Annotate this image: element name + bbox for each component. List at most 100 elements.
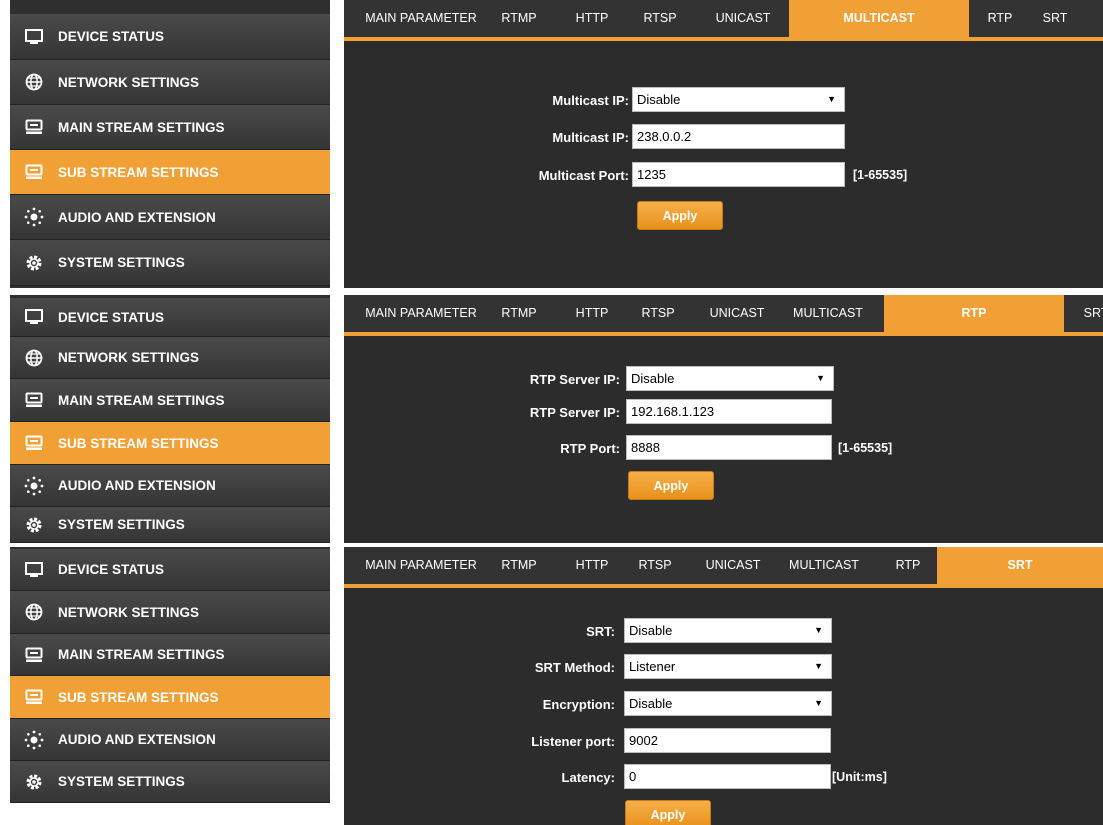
tab-rtmp[interactable]: RTMP (496, 0, 542, 37)
rtp-server-ip-input[interactable]: 192.168.1.123 (626, 399, 832, 424)
listener-port-input[interactable]: 9002 (624, 728, 831, 753)
tab-srt[interactable]: SRT (937, 547, 1103, 584)
srt-panel: DEVICE STATUS NETWORK SETTINGS MAIN STRE… (0, 547, 1103, 825)
tab-rtp[interactable]: RTP (980, 0, 1020, 37)
sidebar-item-label: SYSTEM SETTINGS (58, 517, 185, 532)
sidebar-item-label: SYSTEM SETTINGS (58, 774, 185, 789)
sidebar-item-network-settings[interactable]: NETWORK SETTINGS (10, 60, 330, 105)
tab-srt[interactable]: SRT (1035, 0, 1075, 37)
sidebar-item-label: DEVICE STATUS (58, 309, 165, 325)
tab-unicast[interactable]: UNICAST (708, 0, 778, 37)
tab-rtsp[interactable]: RTSP (634, 547, 676, 584)
apply-button[interactable]: Apply (637, 201, 723, 230)
sidebar-item-network-settings[interactable]: NETWORK SETTINGS (10, 591, 330, 634)
globe-icon (22, 602, 46, 622)
tab-main-parameter[interactable]: MAIN PARAMETER (356, 295, 486, 332)
tab-main-parameter[interactable]: MAIN PARAMETER (356, 0, 486, 37)
globe-icon (22, 348, 46, 368)
sidebar-item-label: AUDIO AND EXTENSION (58, 478, 216, 493)
multicast-port-input[interactable]: 1235 (632, 162, 845, 187)
rtp-mode-select[interactable]: Disable ▼ (626, 366, 834, 391)
stream-icon (22, 162, 46, 182)
sidebar-item-system-settings[interactable]: SYSTEM SETTINGS (10, 240, 330, 286)
multicast-ip-label: Multicast IP: (552, 130, 629, 145)
tab-srt[interactable]: SRT (1076, 295, 1103, 332)
gear-icon (22, 253, 46, 273)
sidebar-item-main-stream-settings[interactable]: MAIN STREAM SETTINGS (10, 105, 330, 150)
tab-unicast[interactable]: UNICAST (698, 547, 768, 584)
latency-input[interactable]: 0 (624, 764, 831, 789)
tab-unicast[interactable]: UNICAST (702, 295, 772, 332)
multicast-port-label: Multicast Port: (538, 168, 629, 183)
sidebar-item-label: NETWORK SETTINGS (58, 350, 199, 365)
sidebar-item-sub-stream-settings[interactable]: SUB STREAM SETTINGS (10, 422, 330, 465)
srt-value: Disable (629, 623, 673, 638)
tab-rtp[interactable]: RTP (890, 547, 926, 584)
sidebar-item-label: NETWORK SETTINGS (58, 604, 199, 620)
listener-port-label: Listener port: (531, 734, 615, 749)
sidebar-item-label: SUB STREAM SETTINGS (58, 164, 219, 180)
tab-main-parameter[interactable]: MAIN PARAMETER (356, 547, 486, 584)
sidebar-item-audio-and-extension[interactable]: AUDIO AND EXTENSION (10, 465, 330, 507)
sidebar-item-label: NETWORK SETTINGS (58, 74, 199, 90)
gear-icon (22, 772, 46, 792)
sidebar: DEVICE STATUS NETWORK SETTINGS MAIN STRE… (10, 295, 330, 543)
srt-method-label: SRT Method: (534, 660, 615, 675)
sidebar-item-sub-stream-settings[interactable]: SUB STREAM SETTINGS (10, 676, 330, 719)
tab-rtmp[interactable]: RTMP (496, 295, 542, 332)
tab-rtsp[interactable]: RTSP (637, 295, 679, 332)
monitor-icon (22, 27, 46, 47)
tab-http[interactable]: HTTP (570, 0, 614, 37)
sidebar-item-device-status[interactable]: DEVICE STATUS (10, 14, 330, 60)
content-area: MAIN PARAMETER RTMP HTTP RTSP UNICAST MU… (344, 0, 1103, 288)
multicast-mode-value: Disable (637, 92, 681, 107)
sidebar-item-label: MAIN STREAM SETTINGS (58, 119, 225, 135)
sidebar-item-label: MAIN STREAM SETTINGS (58, 392, 225, 408)
sidebar-item-label: SYSTEM SETTINGS (58, 255, 185, 270)
sidebar-item-network-settings[interactable]: NETWORK SETTINGS (10, 337, 330, 379)
sidebar-item-audio-and-extension[interactable]: AUDIO AND EXTENSION (10, 195, 330, 240)
sidebar-item-sub-stream-settings[interactable]: SUB STREAM SETTINGS (10, 150, 330, 195)
rtp-server-ip-label: RTP Server IP: (529, 405, 620, 420)
multicast-port-range: [1-65535] (853, 168, 908, 182)
tab-multicast[interactable]: MULTICAST (784, 547, 864, 584)
sidebar-item-system-settings[interactable]: SYSTEM SETTINGS (10, 507, 330, 543)
sidebar-item-system-settings[interactable]: SYSTEM SETTINGS (10, 761, 330, 803)
gear-icon (22, 515, 46, 535)
tab-http[interactable]: HTTP (570, 295, 614, 332)
tab-http[interactable]: HTTP (570, 547, 614, 584)
apply-button[interactable]: Apply (628, 471, 714, 500)
srt-method-select[interactable]: Listener ▼ (624, 654, 832, 679)
sidebar-item-main-stream-settings[interactable]: MAIN STREAM SETTINGS (10, 379, 330, 422)
sidebar: DEVICE STATUS NETWORK SETTINGS MAIN STRE… (10, 547, 330, 803)
sidebar-item-device-status[interactable]: DEVICE STATUS (10, 549, 330, 591)
tab-rtmp[interactable]: RTMP (496, 547, 542, 584)
multicast-panel: DEVICE STATUS NETWORK SETTINGS MAIN STRE… (0, 0, 1103, 288)
sidebar-item-audio-and-extension[interactable]: AUDIO AND EXTENSION (10, 719, 330, 761)
encryption-label: Encryption: (542, 697, 615, 712)
rtp-port-range: [1-65535] (838, 441, 893, 455)
srt-select[interactable]: Disable ▼ (624, 618, 832, 643)
srt-method-value: Listener (629, 659, 676, 674)
rtp-mode-label: RTP Server IP: (529, 372, 620, 387)
sidebar-item-label: AUDIO AND EXTENSION (58, 209, 216, 225)
rtp-panel: DEVICE STATUS NETWORK SETTINGS MAIN STRE… (0, 295, 1103, 543)
multicast-mode-select[interactable]: Disable ▼ (632, 87, 845, 112)
tab-multicast[interactable]: MULTICAST (788, 295, 868, 332)
sidebar-item-label: SUB STREAM SETTINGS (58, 435, 219, 451)
tab-multicast[interactable]: MULTICAST (789, 0, 969, 37)
sidebar-item-main-stream-settings[interactable]: MAIN STREAM SETTINGS (10, 634, 330, 676)
apply-button[interactable]: Apply (625, 800, 711, 825)
tab-rtsp[interactable]: RTSP (639, 0, 681, 37)
chevron-down-icon: ▼ (814, 698, 823, 708)
sidebar-item-device-status[interactable]: DEVICE STATUS (10, 298, 330, 337)
multicast-ip-input[interactable]: 238.0.0.2 (632, 124, 845, 149)
sidebar-item-label: MAIN STREAM SETTINGS (58, 647, 225, 662)
sidebar-item-label: DEVICE STATUS (58, 29, 165, 44)
stream-icon (22, 390, 46, 410)
tab-rtp[interactable]: RTP (884, 295, 1064, 332)
rtp-port-input[interactable]: 8888 (626, 435, 832, 460)
tab-bar: MAIN PARAMETER RTMP HTTP RTSP UNICAST MU… (344, 295, 1103, 336)
encryption-select[interactable]: Disable ▼ (624, 691, 832, 716)
stream-icon (22, 687, 46, 707)
